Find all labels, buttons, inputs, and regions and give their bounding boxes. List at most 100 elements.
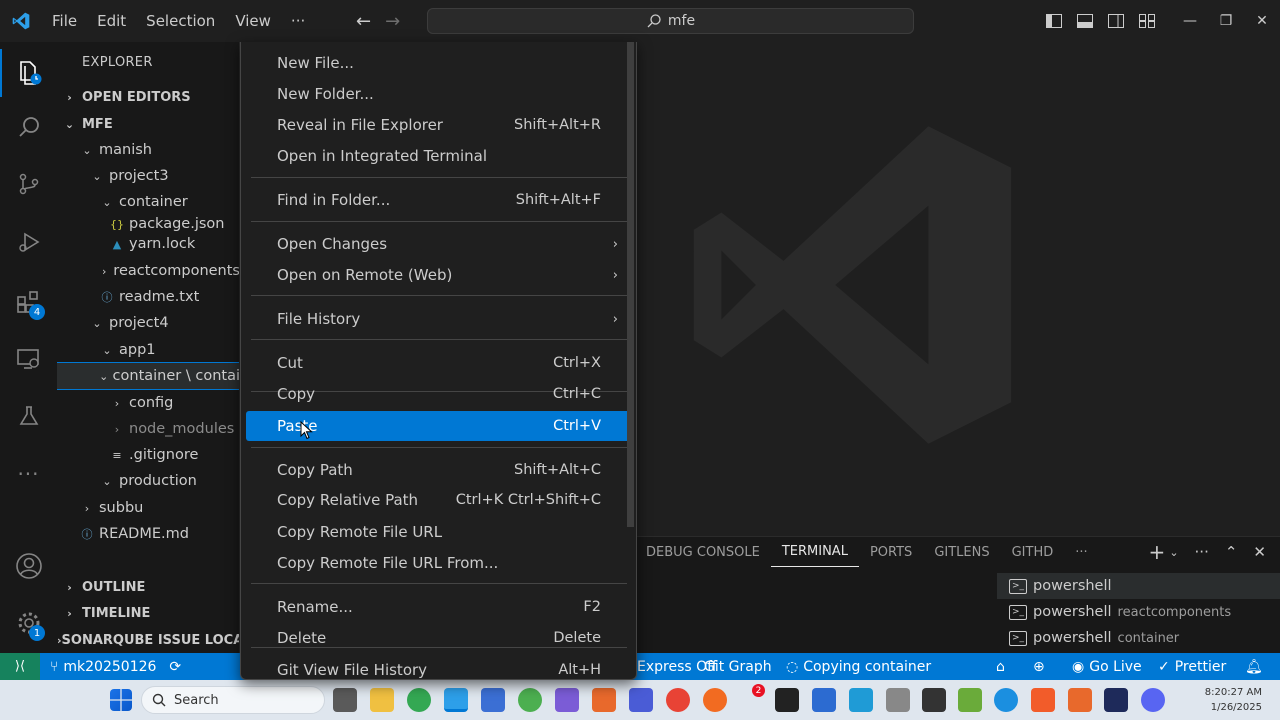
extensions-icon[interactable]: 4 — [0, 278, 57, 326]
tree-item[interactable]: ≡ .gitignore — [57, 442, 239, 468]
menu-item-open-changes[interactable]: Open Changes › — [246, 229, 632, 259]
tab-terminal[interactable]: TERMINAL — [770, 537, 859, 567]
tree-item[interactable]: › node_modules — [57, 416, 239, 442]
timeline-header[interactable]: › TIMELINE — [57, 600, 239, 626]
tab-debug-console[interactable]: DEBUG CONSOLE — [635, 537, 771, 567]
tab-githd[interactable]: GITHD — [1001, 537, 1065, 567]
restore-icon[interactable]: ❐ — [1208, 0, 1244, 42]
tree-item[interactable]: › reactcomponents — [57, 258, 239, 284]
more-actions-icon[interactable]: ··· — [1195, 543, 1209, 561]
app-icon[interactable] — [849, 688, 873, 712]
manage-gear-icon[interactable]: 1 — [0, 599, 57, 647]
app-icon[interactable] — [481, 688, 505, 712]
file-explorer-icon[interactable] — [370, 688, 394, 712]
remote-indicator-icon[interactable]: ⟩⟨ — [0, 653, 40, 680]
app-icon[interactable] — [518, 688, 542, 712]
menu-edit[interactable]: Edit — [87, 12, 136, 30]
sonarqube-header[interactable]: ›SONARQUBE ISSUE LOCATIONS — [57, 627, 239, 653]
maximize-panel-icon[interactable]: ⌃ — [1225, 543, 1238, 561]
close-window-icon[interactable]: ✕ — [1244, 0, 1280, 42]
context-menu-scrollbar[interactable] — [627, 42, 634, 527]
forward-arrow-icon[interactable]: → — [385, 11, 400, 32]
accounts-icon[interactable] — [0, 542, 57, 590]
open-editors-header[interactable]: › OPEN EDITORS — [57, 84, 239, 110]
app-icon[interactable] — [1068, 688, 1092, 712]
zoom-icon[interactable]: ⊕ — [1033, 653, 1045, 680]
terminal-item[interactable]: >_ powershell — [997, 573, 1280, 599]
tree-item[interactable]: ⌄ manish — [57, 137, 239, 163]
firefox-icon[interactable] — [703, 688, 727, 712]
chrome-icon[interactable] — [407, 688, 431, 712]
go-live-status[interactable]: ◉ Go Live — [1072, 653, 1142, 680]
source-icon[interactable]: ⌂ — [996, 653, 1005, 680]
menu-item-open-in-terminal[interactable]: Open in Integrated Terminal — [246, 141, 632, 171]
new-terminal-icon[interactable]: + — [1149, 540, 1166, 564]
minimize-icon[interactable]: — — [1172, 0, 1208, 42]
close-panel-icon[interactable]: ✕ — [1253, 543, 1266, 561]
tree-item[interactable]: ⌄ app1 — [57, 337, 239, 363]
discord-icon[interactable] — [1141, 688, 1165, 712]
branch-status[interactable]: ⑂ mk20250126 ⟳ — [50, 653, 181, 680]
tree-item[interactable]: ▲ yarn.lock — [57, 231, 239, 257]
app-icon[interactable] — [592, 688, 616, 712]
menu-item-copy-remote-url-from[interactable]: Copy Remote File URL From... — [246, 548, 632, 578]
app-icon[interactable] — [629, 688, 653, 712]
prettier-status[interactable]: ✓ Prettier — [1158, 653, 1226, 680]
menu-item-new-folder[interactable]: New Folder... — [246, 79, 632, 109]
customize-layout-icon[interactable] — [1131, 0, 1162, 42]
chevron-down-icon[interactable]: ⌄ — [1169, 546, 1178, 559]
vscode-taskbar-icon[interactable] — [444, 688, 468, 712]
app-icon[interactable] — [666, 688, 690, 712]
windows-start-icon[interactable] — [110, 689, 132, 711]
notifications-icon[interactable]: 🔔︎ — [1245, 653, 1263, 680]
tree-item[interactable]: › config — [57, 390, 239, 416]
menu-item-cut[interactable]: Cut Ctrl+X — [246, 348, 632, 378]
progress-status[interactable]: ◌ Copying container — [786, 653, 931, 680]
menu-file[interactable]: File — [42, 12, 87, 30]
app-icon[interactable] — [812, 688, 836, 712]
toggle-secondary-sidebar-icon[interactable] — [1100, 0, 1131, 42]
remote-explorer-icon[interactable] — [0, 335, 57, 383]
explorer-icon[interactable] — [0, 49, 57, 97]
more-views-icon[interactable]: ··· — [0, 450, 57, 498]
app-icon[interactable] — [775, 688, 799, 712]
menu-selection[interactable]: Selection — [136, 12, 225, 30]
menu-view[interactable]: View — [225, 12, 281, 30]
menu-item-file-history[interactable]: File History › — [246, 304, 632, 334]
taskbar-clock[interactable]: 8:20:27 AM 1/26/2025 — [1205, 685, 1262, 715]
tree-item[interactable]: ⌄ project4 — [57, 310, 239, 336]
app-icon[interactable] — [555, 688, 579, 712]
tree-item[interactable]: ⌄ project3 — [57, 163, 239, 189]
tree-item[interactable]: › subbu — [57, 495, 239, 521]
git-graph-status[interactable]: Git Graph — [704, 653, 772, 680]
run-debug-icon[interactable] — [0, 218, 57, 266]
menu-item-copy-remote-url[interactable]: Copy Remote File URL — [246, 517, 632, 547]
menu-item-find-in-folder[interactable]: Find in Folder... Shift+Alt+F — [246, 185, 632, 215]
terminal-item[interactable]: >_ powershell container — [997, 625, 1280, 651]
terminal-item[interactable]: >_ powershell reactcomponents — [997, 599, 1280, 625]
testing-icon[interactable] — [0, 392, 57, 440]
mfe-root-header[interactable]: ⌄ MFE — [57, 111, 239, 137]
menu-item-copy-relative-path[interactable]: Copy Relative Path Ctrl+K Ctrl+Shift+C — [246, 485, 632, 515]
menu-item-copy-path[interactable]: Copy Path Shift+Alt+C — [246, 455, 632, 485]
menu-item-new-file[interactable]: New File... — [246, 48, 632, 78]
menu-item-copy[interactable]: Copy Ctrl+C — [246, 379, 632, 409]
toggle-sidebar-icon[interactable] — [1038, 0, 1069, 42]
toggle-panel-icon[interactable] — [1069, 0, 1100, 42]
outline-header[interactable]: › OUTLINE — [57, 574, 239, 600]
menu-item-git-view-file-history[interactable]: Git View File History Alt+H — [246, 655, 632, 679]
panel-more-icon[interactable]: ··· — [1064, 537, 1098, 567]
app-icon[interactable] — [886, 688, 910, 712]
tree-item[interactable]: ⌄ production — [57, 468, 239, 494]
command-center[interactable]: mfe — [427, 8, 914, 34]
tab-ports[interactable]: PORTS — [859, 537, 923, 567]
menu-item-rename[interactable]: Rename... F2 — [246, 592, 632, 622]
app-icon[interactable] — [922, 688, 946, 712]
brave-icon[interactable] — [1031, 688, 1055, 712]
menu-item-reveal-in-explorer[interactable]: Reveal in File Explorer Shift+Alt+R — [246, 110, 632, 140]
taskbar-search[interactable]: Search — [141, 686, 325, 714]
tree-item[interactable]: ⌄ container \ contai — [57, 362, 239, 390]
tree-item[interactable]: ⓘ readme.txt — [57, 284, 239, 310]
search-activity-icon[interactable] — [0, 103, 57, 151]
app-icon[interactable] — [1104, 688, 1128, 712]
